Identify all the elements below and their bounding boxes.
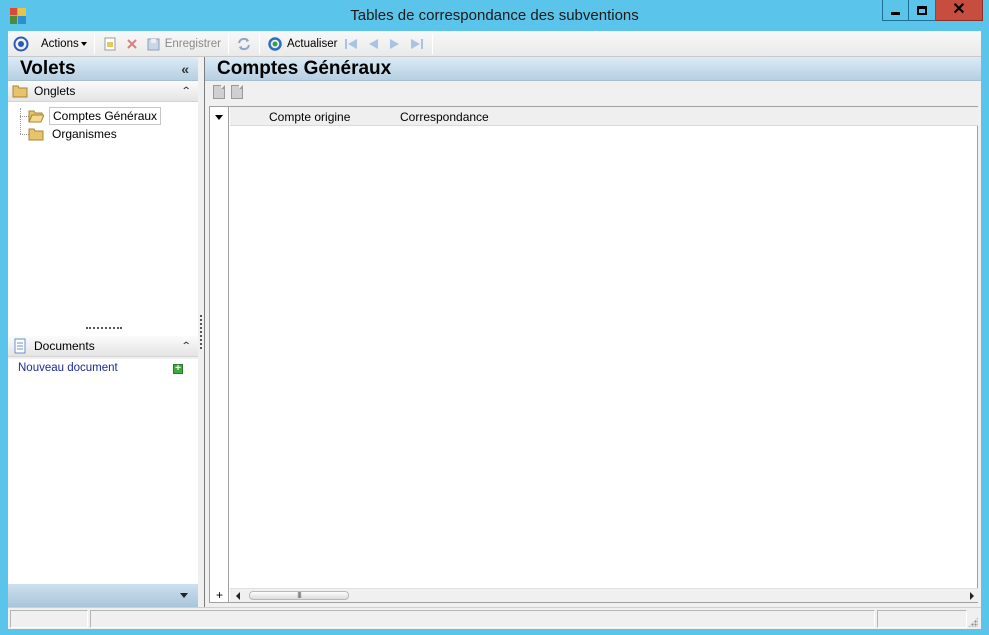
grid-header: Compte origine Correspondance (230, 107, 978, 126)
first-record-button[interactable] (340, 33, 362, 55)
navigation-pane: Volets « Onglets ⌃ Comptes Généraux Orga… (8, 57, 198, 607)
tree-item-label: Comptes Généraux (49, 107, 162, 125)
scrollbar-thumb[interactable]: III (249, 591, 349, 600)
data-grid: Compte origine Correspondance + III (209, 106, 978, 603)
toolbar-separator (93, 33, 95, 54)
toolbar-separator (432, 33, 434, 54)
grid-toolbar (205, 81, 981, 103)
folder-icon (28, 126, 44, 142)
save-icon (146, 36, 162, 52)
onglets-group-label: Onglets (34, 84, 76, 98)
navigation-pane-title: Volets (20, 57, 76, 79)
tree-connector (20, 108, 21, 134)
edit-row-icon[interactable] (231, 85, 243, 99)
documents-group-header[interactable]: Documents ⌃ (8, 336, 198, 357)
save-button[interactable]: Enregistrer (143, 33, 224, 55)
sync-icon (236, 36, 252, 52)
refresh-button[interactable]: Actualiser (264, 33, 341, 55)
document-icon (12, 338, 28, 354)
navigation-pane-header: Volets « (8, 57, 198, 81)
onglets-group-header[interactable]: Onglets ⌃ (8, 81, 198, 102)
add-row-icon[interactable] (213, 85, 225, 99)
scroll-right-icon[interactable] (970, 592, 974, 600)
main-pane: Comptes Généraux Compte origine Correspo… (204, 57, 981, 607)
close-icon: ✕ (952, 1, 966, 18)
group-resize-handle[interactable] (86, 327, 122, 329)
toolbar-separator (227, 33, 229, 54)
status-cell (10, 610, 88, 628)
chevron-down-icon[interactable] (180, 593, 188, 598)
title-bar: Tables de correspondance des subventions… (0, 0, 989, 31)
minimize-icon (891, 11, 900, 15)
column-header-compte-origine[interactable]: Compte origine (269, 110, 350, 124)
last-record-icon (409, 36, 425, 52)
resize-grip[interactable] (968, 617, 978, 627)
splitter-grip[interactable] (200, 315, 202, 349)
documents-group-label: Documents (34, 339, 95, 353)
status-cell (877, 610, 967, 628)
add-row-button[interactable]: + (216, 589, 223, 601)
circle-target-icon (13, 36, 29, 52)
horizontal-scrollbar[interactable]: III (230, 588, 978, 602)
last-record-button[interactable] (406, 33, 428, 55)
previous-record-button[interactable] (362, 33, 384, 55)
next-record-button[interactable] (384, 33, 406, 55)
documents-panel: Nouveau document + (8, 359, 198, 584)
toolbar: Actions Enregistrer Actualiser (8, 31, 981, 57)
refresh-label: Actualiser (286, 37, 338, 50)
window-title: Tables de correspondance des subventions (350, 7, 639, 24)
tree-item-comptes-generaux[interactable]: Comptes Généraux (28, 107, 162, 125)
home-button[interactable] (10, 33, 32, 55)
toolbar-separator (258, 33, 260, 54)
row-selector-column (210, 107, 229, 602)
main-pane-header: Comptes Généraux (205, 57, 981, 81)
actions-menu-button[interactable]: Actions (38, 33, 90, 55)
tabs-tree: Comptes Généraux Organismes (8, 102, 198, 347)
collapse-pane-button[interactable]: « (181, 61, 189, 77)
minimize-button[interactable] (882, 0, 909, 21)
previous-record-icon (365, 36, 381, 52)
page-title: Comptes Généraux (217, 57, 392, 79)
status-cell (90, 610, 875, 628)
next-record-icon (387, 36, 403, 52)
close-button[interactable]: ✕ (936, 0, 983, 21)
maximize-button[interactable] (909, 0, 936, 21)
scroll-left-icon[interactable] (236, 592, 240, 600)
delete-button[interactable] (121, 33, 143, 55)
chevron-up-icon[interactable]: ⌃ (180, 86, 191, 97)
status-bar (8, 607, 981, 629)
chevron-down-icon[interactable] (215, 115, 223, 120)
actions-label: Actions (41, 37, 79, 50)
folder-icon (12, 83, 28, 99)
tree-item-label: Organismes (52, 127, 117, 141)
chevron-up-icon[interactable]: ⌃ (180, 341, 191, 352)
new-document-icon (102, 36, 118, 52)
add-icon[interactable]: + (173, 364, 183, 374)
refresh-icon (267, 36, 283, 52)
delete-icon (124, 36, 140, 52)
maximize-icon (917, 5, 927, 15)
new-button[interactable] (99, 33, 121, 55)
navigation-pane-footer (8, 584, 198, 607)
open-folder-icon (28, 108, 45, 124)
chevron-down-icon (80, 42, 87, 46)
sync-button[interactable] (233, 33, 255, 55)
column-header-correspondance[interactable]: Correspondance (400, 110, 489, 124)
first-record-icon (343, 36, 359, 52)
tree-item-organismes[interactable]: Organismes (28, 125, 120, 143)
save-label: Enregistrer (164, 37, 221, 50)
new-document-link[interactable]: Nouveau document (18, 362, 118, 374)
